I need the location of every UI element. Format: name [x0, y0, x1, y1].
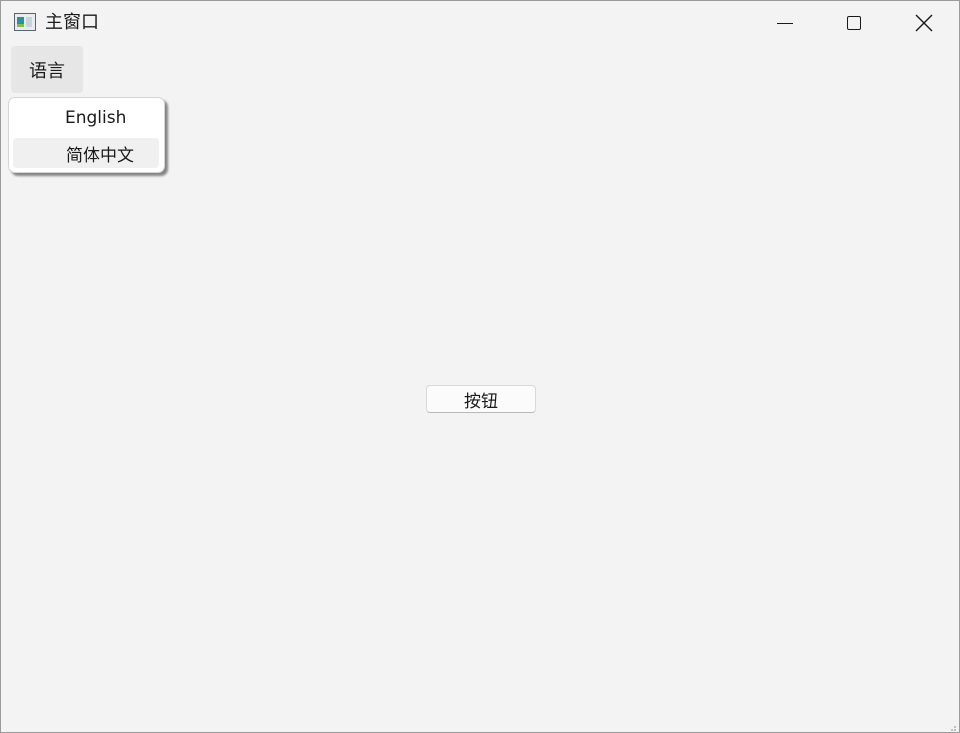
- maximize-icon: [847, 16, 861, 30]
- close-button[interactable]: [889, 1, 959, 45]
- main-button[interactable]: 按钮: [426, 385, 536, 413]
- language-dropdown-menu: English 简体中文: [8, 97, 165, 173]
- minimize-button[interactable]: [750, 1, 820, 45]
- app-window-icon: [14, 13, 36, 31]
- title-bar[interactable]: 主窗口: [1, 1, 959, 45]
- close-icon: [915, 14, 933, 32]
- menu-item-label: English: [65, 108, 127, 128]
- menu-item-english[interactable]: English: [13, 103, 159, 133]
- minimize-icon: [777, 22, 793, 24]
- main-window: 主窗口 语言 English 简体中文 按钮: [0, 0, 960, 733]
- menu-item-simplified-chinese[interactable]: 简体中文: [13, 138, 159, 168]
- maximize-button[interactable]: [819, 1, 889, 45]
- resize-grip-icon[interactable]: [947, 720, 957, 731]
- window-title: 主窗口: [45, 12, 99, 33]
- menu-language[interactable]: 语言: [11, 46, 83, 93]
- menu-item-label: 简体中文: [66, 145, 134, 166]
